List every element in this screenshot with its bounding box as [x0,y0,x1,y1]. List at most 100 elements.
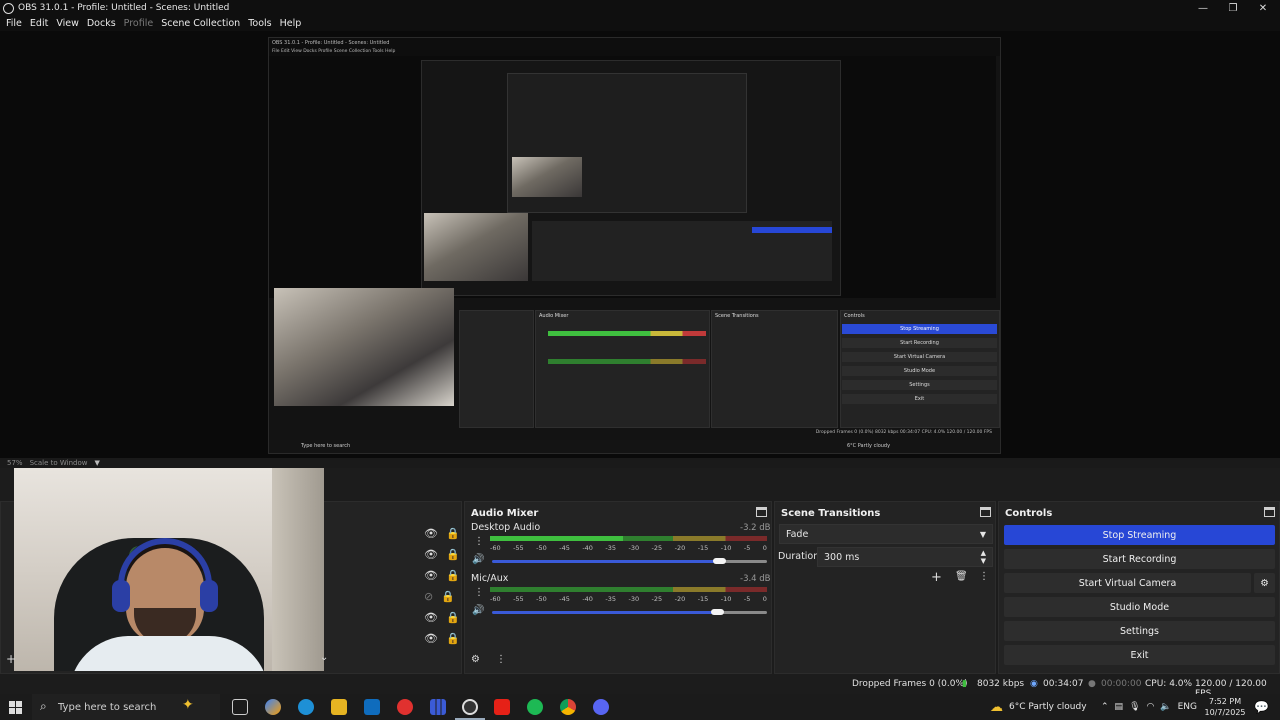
desktop-audio-volume-knob[interactable] [713,558,726,564]
chevron-down-icon[interactable]: ⌄ [320,652,328,663]
bitrate: 8032 kbps [977,679,1025,689]
lock-icon[interactable]: 🔒 [446,548,460,561]
desktop-audio-volume-track [720,560,767,563]
windows-start-icon[interactable] [9,701,22,714]
obs-taskbar-icon[interactable] [462,699,478,715]
studio-mode-button[interactable]: Studio Mode [1004,597,1275,617]
desktop-audio-ticks: -60 -55 -50 -45 -40 -35 -30 -25 -20 -15 -10 -5 0 [490,544,767,552]
eye-hidden-icon[interactable]: ⊘ [424,590,433,603]
eye-icon[interactable]: 👁 [424,527,438,540]
lock-icon[interactable]: 🔒 [446,611,460,624]
menu-file[interactable]: File [2,18,26,29]
copilot-icon[interactable] [265,699,281,715]
start-recording-button[interactable]: Start Recording [1004,549,1275,569]
eye-icon[interactable]: 👁 [424,632,438,645]
source-row[interactable]: 👁 🔒 [424,610,460,624]
settings-button[interactable]: Settings [1004,621,1275,641]
chart-app-icon[interactable] [430,699,446,715]
source-row[interactable]: 👁 🔒 [424,547,460,561]
mic-icon[interactable]: 🎙 [1129,702,1140,712]
duration-input[interactable]: 300 ms ▲ ▼ [817,547,993,567]
language-indicator[interactable]: ENG [1178,702,1197,712]
lock-icon[interactable]: 🔒 [446,527,460,540]
chevron-up-icon[interactable]: ⌃ [1101,702,1109,712]
menu-profile[interactable]: Profile [120,18,158,29]
eye-icon[interactable]: 👁 [424,611,438,624]
lock-icon[interactable]: 🔒 [446,569,460,582]
lock-icon[interactable]: 🔒 [446,632,460,645]
exit-button[interactable]: Exit [1004,645,1275,665]
source-row[interactable]: 👁 🔒 [424,631,460,645]
outlook-icon[interactable] [364,699,380,715]
mic-aux-volume-slider[interactable] [492,611,718,614]
menu-bar: File Edit View Docks Profile Scene Colle… [0,16,1280,31]
source-row[interactable]: ⊘ 🔒 [424,589,455,603]
more-options-icon[interactable]: ⋮ [474,536,484,547]
menu-edit[interactable]: Edit [26,18,52,29]
eye-icon[interactable]: 👁 [424,569,438,582]
weather-widget[interactable]: ☁ 6°C Partly cloudy [990,694,1087,720]
youtube-icon[interactable] [494,699,510,715]
taskbar-search[interactable]: ⌕ Type here to search ✦ [32,694,220,720]
menu-tools[interactable]: Tools [244,18,275,29]
advanced-audio-gear-icon[interactable]: ⚙ [471,654,480,665]
mic-aux-db: -3.4 dB [740,574,771,584]
volume-icon[interactable]: 🔈 [1160,702,1171,712]
clock[interactable]: 7:52 PM 10/7/2025 [1200,696,1250,718]
add-transition-icon[interactable]: + [931,570,942,585]
nested-preview-area [269,56,996,298]
record-time: 00:00:00 [1101,679,1142,689]
obs-logo-icon [3,2,14,14]
close-button[interactable]: ✕ [1248,0,1278,16]
speaker-icon[interactable]: 🔊 [472,554,484,565]
desktop-audio-volume-slider[interactable] [492,560,720,563]
file-explorer-icon[interactable] [331,699,347,715]
stepper-icon[interactable]: ▲ ▼ [981,549,986,565]
menu-help[interactable]: Help [276,18,306,29]
source-row[interactable]: 👁 🔒 [424,568,460,582]
transition-select[interactable]: Fade ▼ [779,524,993,544]
stop-streaming-button[interactable]: Stop Streaming [1004,525,1275,545]
speaker-icon[interactable]: 🔊 [472,605,484,616]
edge-icon[interactable] [298,699,314,715]
nested-transitions-dock: Scene Transitions [711,310,838,428]
menu-docks[interactable]: Docks [83,18,120,29]
desktop-audio-level [490,536,623,541]
more-options-icon[interactable]: ⋮ [979,571,989,582]
nested-transitions-title: Scene Transitions [715,313,759,319]
nested-mixer-dock: Audio Mixer [535,310,710,428]
mic-aux-volume-knob[interactable] [711,609,724,615]
restore-button[interactable]: ❐ [1218,0,1248,16]
desktop-audio-db: -3.2 dB [740,523,771,533]
scale-mode[interactable]: Scale to Window [30,459,88,467]
chrome-icon[interactable] [560,699,576,715]
menu-scene-collection[interactable]: Scene Collection [157,18,244,29]
network-icon[interactable]: ▤ [1115,702,1124,712]
trash-icon[interactable]: 🗑 [955,571,968,582]
discord-icon[interactable] [593,699,609,715]
more-options-icon[interactable]: ⋮ [496,654,506,665]
add-source-icon[interactable]: + [6,652,16,666]
undock-icon[interactable] [1264,507,1275,517]
lock-icon[interactable]: 🔒 [441,590,455,603]
sparkle-icon[interactable]: ✦ [182,697,194,713]
start-virtual-camera-button[interactable]: Start Virtual Camera [1004,573,1251,593]
wifi-icon[interactable]: ◠ [1147,702,1155,712]
undock-icon[interactable] [756,507,767,517]
undock-icon[interactable] [980,507,991,517]
mic-aux-volume-track [718,611,767,614]
menu-view[interactable]: View [52,18,83,29]
chevron-down-icon[interactable]: ▼ [94,459,99,467]
task-view-icon[interactable] [232,699,248,715]
nested-menu: File Edit View Docks Profile Scene Colle… [269,48,1000,56]
source-row[interactable]: 👁 🔒 [424,526,460,540]
virtual-camera-gear-icon[interactable]: ⚙ [1254,573,1275,593]
notifications-icon[interactable]: 💬 [1254,694,1269,720]
eye-icon[interactable]: 👁 [424,548,438,561]
minimize-button[interactable]: — [1188,0,1218,16]
spotify-icon[interactable] [527,699,543,715]
nested-controls-title: Controls [844,313,865,319]
yandex-icon[interactable] [397,699,413,715]
more-options-icon[interactable]: ⋮ [474,587,484,598]
program-preview[interactable]: OBS 31.0.1 - Profile: Untitled - Scenes:… [0,31,1280,458]
